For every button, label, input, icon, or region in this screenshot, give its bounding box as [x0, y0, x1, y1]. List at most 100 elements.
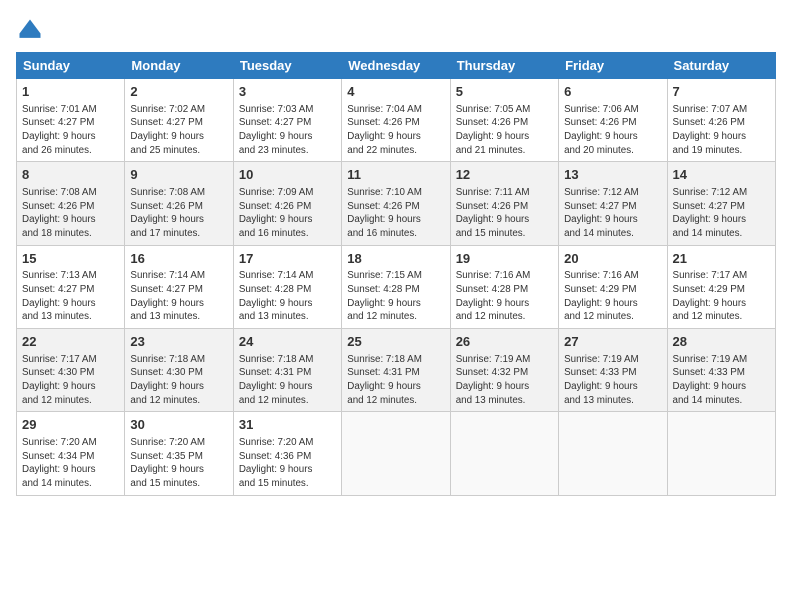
weekday-header-saturday: Saturday: [667, 53, 775, 79]
day-number: 3: [239, 83, 336, 101]
day-number: 12: [456, 166, 553, 184]
day-number: 17: [239, 250, 336, 268]
day-number: 15: [22, 250, 119, 268]
calendar-cell: 26Sunrise: 7:19 AM Sunset: 4:32 PM Dayli…: [450, 329, 558, 412]
day-number: 19: [456, 250, 553, 268]
day-number: 8: [22, 166, 119, 184]
day-number: 14: [673, 166, 770, 184]
calendar-cell: 18Sunrise: 7:15 AM Sunset: 4:28 PM Dayli…: [342, 245, 450, 328]
day-info: Sunrise: 7:08 AM Sunset: 4:26 PM Dayligh…: [22, 186, 119, 241]
weekday-header-wednesday: Wednesday: [342, 53, 450, 79]
day-number: 20: [564, 250, 661, 268]
day-info: Sunrise: 7:18 AM Sunset: 4:31 PM Dayligh…: [239, 353, 336, 408]
calendar-cell: 22 Sunrise: 7:17 AM Sunset: 4:30 PM Dayli…: [17, 329, 125, 412]
calendar-cell: 13 Sunrise: 7:12 AM Sunset: 4:27 PM Dayli…: [559, 162, 667, 245]
day-info: Sunrise: 7:06 AM Sunset: 4:26 PM Dayligh…: [564, 103, 661, 158]
header: [16, 16, 776, 44]
day-info: Sunrise: 7:13 AM Sunset: 4:27 PM Dayligh…: [22, 269, 119, 324]
day-info: Sunrise: 7:11 AM Sunset: 4:26 PM Dayligh…: [456, 186, 553, 241]
day-number: 6: [564, 83, 661, 101]
calendar-cell: 30 Sunrise: 7:20 AM Sunset: 4:35 PM Dayli…: [125, 412, 233, 495]
day-number: 29: [22, 416, 119, 434]
day-info: Sunrise: 7:19 AM Sunset: 4:33 PM Dayligh…: [673, 353, 770, 408]
day-info: Sunrise: 7:08 AM Sunset: 4:26 PM Dayligh…: [130, 186, 227, 241]
day-info: Sunrise: 7:19 AM Sunset: 4:33 PM Dayligh…: [564, 353, 661, 408]
calendar-row: 1 Sunrise: 7:01 AM Sunset: 4:27 PM Daylig…: [17, 79, 776, 162]
calendar-cell: 5 Sunrise: 7:05 AM Sunset: 4:26 PM Daylig…: [450, 79, 558, 162]
calendar-cell: 28 Sunrise: 7:19 AM Sunset: 4:33 PM Dayli…: [667, 329, 775, 412]
weekday-header-tuesday: Tuesday: [233, 53, 341, 79]
day-info: Sunrise: 7:12 AM Sunset: 4:27 PM Dayligh…: [564, 186, 661, 241]
day-info: Sunrise: 7:20 AM Sunset: 4:36 PM Dayligh…: [239, 436, 336, 491]
calendar-cell: 10 Sunrise: 7:09 AM Sunset: 4:26 PM Dayli…: [233, 162, 341, 245]
day-info: Sunrise: 7:07 AM Sunset: 4:26 PM Dayligh…: [673, 103, 770, 158]
calendar-cell: 20Sunrise: 7:16 AM Sunset: 4:29 PM Dayli…: [559, 245, 667, 328]
weekday-header-sunday: Sunday: [17, 53, 125, 79]
day-number: 25: [347, 333, 444, 351]
day-number: 24: [239, 333, 336, 351]
day-number: 1: [22, 83, 119, 101]
day-number: 10: [239, 166, 336, 184]
day-number: 9: [130, 166, 227, 184]
day-info: Sunrise: 7:02 AM Sunset: 4:27 PM Dayligh…: [130, 103, 227, 158]
weekday-header-friday: Friday: [559, 53, 667, 79]
calendar-cell: 11 Sunrise: 7:10 AM Sunset: 4:26 PM Dayli…: [342, 162, 450, 245]
calendar-cell: 1 Sunrise: 7:01 AM Sunset: 4:27 PM Daylig…: [17, 79, 125, 162]
day-info: Sunrise: 7:01 AM Sunset: 4:27 PM Dayligh…: [22, 103, 119, 158]
day-info: Sunrise: 7:18 AM Sunset: 4:30 PM Dayligh…: [130, 353, 227, 408]
day-number: 11: [347, 166, 444, 184]
day-info: Sunrise: 7:04 AM Sunset: 4:26 PM Dayligh…: [347, 103, 444, 158]
calendar-cell: [667, 412, 775, 495]
day-info: Sunrise: 7:18 AM Sunset: 4:31 PM Dayligh…: [347, 353, 444, 408]
day-info: Sunrise: 7:03 AM Sunset: 4:27 PM Dayligh…: [239, 103, 336, 158]
day-info: Sunrise: 7:15 AM Sunset: 4:28 PM Dayligh…: [347, 269, 444, 324]
calendar-cell: 7 Sunrise: 7:07 AM Sunset: 4:26 PM Daylig…: [667, 79, 775, 162]
day-info: Sunrise: 7:20 AM Sunset: 4:34 PM Dayligh…: [22, 436, 119, 491]
day-info: Sunrise: 7:14 AM Sunset: 4:27 PM Dayligh…: [130, 269, 227, 324]
day-info: Sunrise: 7:20 AM Sunset: 4:35 PM Dayligh…: [130, 436, 227, 491]
day-info: Sunrise: 7:12 AM Sunset: 4:27 PM Dayligh…: [673, 186, 770, 241]
day-info: Sunrise: 7:17 AM Sunset: 4:29 PM Dayligh…: [673, 269, 770, 324]
day-number: 16: [130, 250, 227, 268]
calendar-cell: 27 Sunrise: 7:19 AM Sunset: 4:33 PM Dayli…: [559, 329, 667, 412]
calendar-cell: 31 Sunrise: 7:20 AM Sunset: 4:36 PM Dayli…: [233, 412, 341, 495]
day-number: 22: [22, 333, 119, 351]
calendar-cell: 15Sunrise: 7:13 AM Sunset: 4:27 PM Dayli…: [17, 245, 125, 328]
calendar-header-row: SundayMondayTuesdayWednesdayThursdayFrid…: [17, 53, 776, 79]
calendar-cell: 25 Sunrise: 7:18 AM Sunset: 4:31 PM Dayli…: [342, 329, 450, 412]
day-number: 18: [347, 250, 444, 268]
day-number: 13: [564, 166, 661, 184]
day-info: Sunrise: 7:16 AM Sunset: 4:29 PM Dayligh…: [564, 269, 661, 324]
day-number: 26: [456, 333, 553, 351]
calendar-row: 29 Sunrise: 7:20 AM Sunset: 4:34 PM Dayli…: [17, 412, 776, 495]
calendar-cell: [450, 412, 558, 495]
day-number: 2: [130, 83, 227, 101]
calendar-cell: 8 Sunrise: 7:08 AM Sunset: 4:26 PM Daylig…: [17, 162, 125, 245]
day-number: 21: [673, 250, 770, 268]
calendar: SundayMondayTuesdayWednesdayThursdayFrid…: [16, 52, 776, 496]
day-info: Sunrise: 7:14 AM Sunset: 4:28 PM Dayligh…: [239, 269, 336, 324]
calendar-cell: 17Sunrise: 7:14 AM Sunset: 4:28 PM Dayli…: [233, 245, 341, 328]
calendar-cell: 23 Sunrise: 7:18 AM Sunset: 4:30 PM Dayli…: [125, 329, 233, 412]
calendar-cell: 3 Sunrise: 7:03 AM Sunset: 4:27 PM Daylig…: [233, 79, 341, 162]
calendar-cell: [559, 412, 667, 495]
logo-icon: [16, 16, 44, 44]
calendar-cell: 24 Sunrise: 7:18 AM Sunset: 4:31 PM Dayli…: [233, 329, 341, 412]
day-info: Sunrise: 7:17 AM Sunset: 4:30 PM Dayligh…: [22, 353, 119, 408]
day-number: 7: [673, 83, 770, 101]
calendar-cell: 4Sunrise: 7:04 AM Sunset: 4:26 PM Daylig…: [342, 79, 450, 162]
day-number: 31: [239, 416, 336, 434]
calendar-cell: [342, 412, 450, 495]
day-number: 28: [673, 333, 770, 351]
day-info: Sunrise: 7:09 AM Sunset: 4:26 PM Dayligh…: [239, 186, 336, 241]
day-number: 30: [130, 416, 227, 434]
day-number: 27: [564, 333, 661, 351]
day-info: Sunrise: 7:05 AM Sunset: 4:26 PM Dayligh…: [456, 103, 553, 158]
day-number: 5: [456, 83, 553, 101]
day-number: 23: [130, 333, 227, 351]
calendar-cell: 29 Sunrise: 7:20 AM Sunset: 4:34 PM Dayli…: [17, 412, 125, 495]
calendar-cell: 12 Sunrise: 7:11 AM Sunset: 4:26 PM Dayli…: [450, 162, 558, 245]
day-info: Sunrise: 7:10 AM Sunset: 4:26 PM Dayligh…: [347, 186, 444, 241]
calendar-cell: 16Sunrise: 7:14 AM Sunset: 4:27 PM Dayli…: [125, 245, 233, 328]
calendar-row: 15Sunrise: 7:13 AM Sunset: 4:27 PM Dayli…: [17, 245, 776, 328]
